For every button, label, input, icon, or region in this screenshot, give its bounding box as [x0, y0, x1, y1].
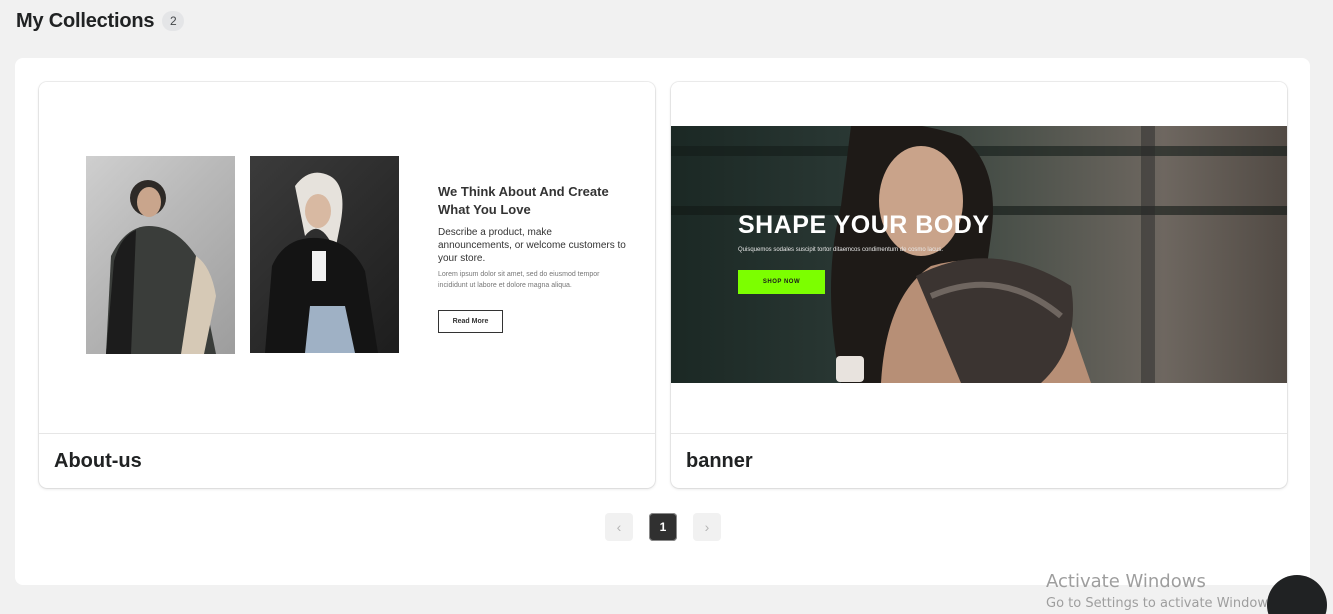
banner-image: SHAPE YOUR BODY Quisquemos sodales susci…	[671, 126, 1287, 383]
read-more-button: Read More	[438, 310, 503, 333]
activate-windows-title: Activate Windows	[1046, 571, 1206, 592]
card-footer: About-us	[39, 433, 655, 488]
about-lorem: Lorem ipsum dolor sit amet, sed do eiusm…	[438, 271, 600, 289]
collection-thumbnail: SHAPE YOUR BODY Quisquemos sodales susci…	[671, 82, 1287, 433]
about-description: Describe a product, make announcements, …	[438, 227, 626, 264]
pagination: ‹ 1 ›	[605, 513, 721, 541]
model-photo-2	[250, 156, 399, 353]
page-header: My Collections 2	[16, 9, 185, 33]
banner-subtitle: Quisquemos sodales suscipit tortor ditae…	[738, 247, 944, 253]
card-footer: banner	[671, 433, 1287, 488]
banner-heading: SHAPE YOUR BODY	[738, 211, 990, 239]
collection-count-badge: 2	[162, 11, 185, 31]
model-photo-1	[86, 156, 235, 354]
page-1-button[interactable]: 1	[649, 513, 677, 541]
collection-name: banner	[686, 449, 753, 472]
activate-windows-subtitle: Go to Settings to activate Windows.	[1046, 596, 1279, 611]
about-heading: We Think About And Create What You Love	[438, 184, 609, 217]
chevron-left-icon: ‹	[616, 519, 622, 535]
chevron-right-icon: ›	[704, 519, 710, 535]
collection-card-about-us[interactable]: We Think About And Create What You Love …	[39, 82, 655, 488]
collections-panel: We Think About And Create What You Love …	[15, 58, 1310, 585]
collection-thumbnail: We Think About And Create What You Love …	[39, 82, 655, 433]
shop-now-button: SHOP NOW	[738, 270, 825, 294]
about-text-block: We Think About And Create What You Love …	[438, 183, 628, 291]
collection-card-banner[interactable]: SHAPE YOUR BODY Quisquemos sodales susci…	[671, 82, 1287, 488]
collection-name: About-us	[54, 449, 142, 472]
page-title: My Collections	[16, 9, 155, 32]
next-page-button[interactable]: ›	[693, 513, 721, 541]
previous-page-button[interactable]: ‹	[605, 513, 633, 541]
